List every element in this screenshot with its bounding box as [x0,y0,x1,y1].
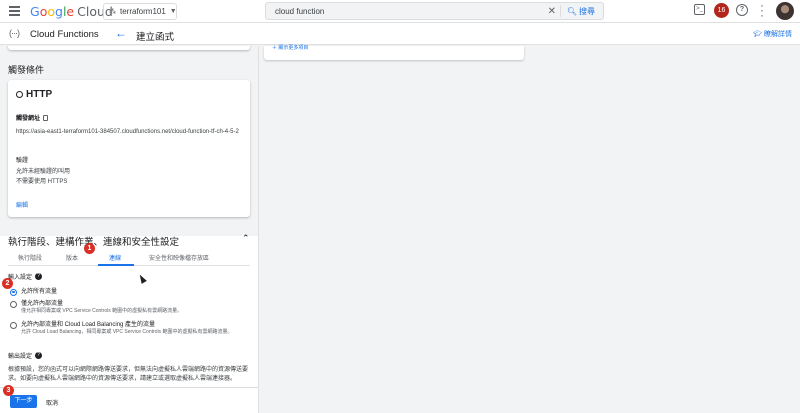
trigger-type-heading: HTTP [16,89,52,100]
settings-tabs: 執行階段 版本 連線 安全性和映像檔存放區 [8,250,250,266]
chevron-up-icon[interactable]: ⌃ [242,233,250,244]
search-bar: ✕ 🔍︎ 搜尋 [265,2,604,20]
show-more-link[interactable]: ＋ 顯示更多項目 [272,44,308,51]
chevron-down-icon: ▼ [169,8,177,15]
auth-value-1: 允許未經驗證的叫用 [16,169,71,175]
next-button[interactable]: 下一步 [10,395,37,408]
radio-selected[interactable] [10,288,17,296]
radio-unselected[interactable] [10,321,17,329]
trigger-section-label: 觸發條件 [8,65,45,75]
power-icon [16,91,23,98]
tab-connections[interactable]: 連線 [109,253,121,262]
ingress-label: 輸入設定 ? [8,272,43,281]
google-cloud-logo[interactable]: Google Cloud [30,4,113,19]
help-icon[interactable]: ? [736,4,748,16]
sub-bar: (···) Cloud Functions ← 建立函式 🎓︎ 瞭解詳情 [0,23,800,45]
help-icon[interactable]: ? [35,352,43,359]
edit-link[interactable]: 編輯 [16,200,28,209]
cloud-functions-icon: (···) [9,28,20,38]
ingress-option-internal[interactable]: 僅允許內部流量 僅允許相同專案或 VPC Service Controls 範圍… [10,300,182,315]
search-input[interactable] [266,6,544,16]
egress-label: 輸出設定 ? [8,351,43,360]
school-icon: 🎓︎ [753,31,762,38]
search-icon: 🔍︎ [566,6,577,16]
help-icon[interactable]: ? [35,273,43,280]
project-name: terraform101 [120,7,166,16]
back-arrow-icon[interactable]: ← [115,26,127,40]
page-title: 建立函式 [136,32,175,43]
egress-description: 根據預設，您的函式可以向網際網路傳送要求，但無法向虛擬私人雲端網路中的資源傳送要… [8,367,249,382]
terminal-icon[interactable]: >_ [694,4,705,15]
copy-icon[interactable] [43,114,49,121]
left-pane: 觸發條件 HTTP 觸發網址 https://asia-east1-terraf… [0,46,258,413]
search-button[interactable]: 🔍︎ 搜尋 [561,6,603,17]
radio-unselected[interactable] [10,300,17,308]
ingress-option-all[interactable]: 允許所有流量 [10,288,57,296]
trigger-url: https://asia-east1-terraform101-384507.c… [16,129,239,135]
step-badge-3: 3 [3,385,14,396]
project-icon: ⁂ [109,8,116,16]
service-title[interactable]: Cloud Functions [30,29,99,40]
learn-more-link[interactable]: 🎓︎ 瞭解詳情 [753,29,792,39]
project-selector[interactable]: ⁂ terraform101 ▼ [103,3,177,20]
avatar[interactable] [776,2,794,20]
tab-runtime[interactable]: 執行階段 [18,253,42,262]
trigger-card: HTTP 觸發網址 https://asia-east1-terraform10… [8,80,250,217]
content-area: 觸發條件 HTTP 觸發網址 https://asia-east1-terraf… [0,44,800,413]
cancel-button[interactable]: 取消 [46,398,58,407]
top-bar: GoogleCloud ⁂ terraform101 ▼ ✕ 🔍︎ 搜尋 >_ … [0,0,800,23]
right-pane: ＋ 顯示更多項目 [264,44,524,60]
auth-value-2: 不需要使用 HTTPS [16,179,68,185]
tab-variables[interactable]: 版本 [66,253,78,262]
more-vert-icon[interactable]: · · · [760,0,764,21]
step-badge-1: 1 [84,243,95,254]
menu-icon[interactable] [9,6,20,16]
active-tab-indicator [98,264,134,266]
pane-divider [258,46,259,413]
form-footer: 下一步 取消 [0,387,258,413]
trigger-url-label: 觸發網址 [16,113,49,122]
previous-card [8,46,250,50]
ingress-option-internal-lb[interactable]: 允許內部流量和 Cloud Load Balancing 產生的流量 允許 Cl… [10,321,257,336]
close-icon[interactable]: ✕ [544,6,560,17]
auth-label: 驗證 [16,158,29,164]
notifications-badge[interactable]: 16 [714,3,729,18]
tab-security[interactable]: 安全性和映像檔存放區 [149,253,209,262]
